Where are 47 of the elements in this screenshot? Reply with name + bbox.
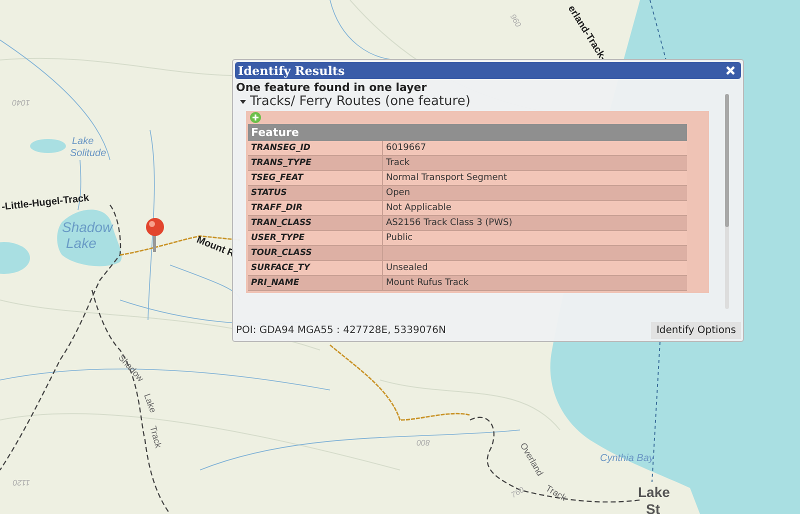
- close-button[interactable]: [726, 66, 735, 75]
- lake-label: Lake: [66, 235, 96, 251]
- place-label: Solitude: [70, 148, 106, 159]
- field-name-cell: STATUS: [248, 186, 382, 200]
- place-label: Cynthia Bay: [600, 453, 654, 464]
- field-value-cell: Unsealed: [382, 260, 687, 276]
- field-value-cell: 6019667: [382, 141, 687, 156]
- field-name-cell: TRAFF_DIR: [248, 200, 382, 216]
- town-label: St: [646, 501, 660, 514]
- scrollbar-thumb[interactable]: [725, 94, 729, 228]
- track-label: Lake: [142, 392, 158, 414]
- scrollbar[interactable]: [725, 94, 729, 309]
- add-icon[interactable]: [250, 112, 261, 123]
- contour-label: 760: [510, 485, 526, 500]
- field-name-cell: TRANS_TYPE: [248, 156, 382, 170]
- dialog-title: Identify Results: [238, 64, 345, 78]
- field-value-cell: Open: [382, 186, 687, 200]
- field-name-cell: TRAN_CLASS: [248, 216, 382, 230]
- results-summary: One feature found in one layer: [235, 80, 428, 94]
- field-value-cell: Normal Transport Segment: [382, 170, 687, 186]
- field-name-cell: PRI_NAME: [248, 276, 382, 290]
- field-name-cell: TSEG_FEAT: [248, 170, 382, 186]
- place-label: Lake: [72, 136, 94, 147]
- field-name-cell: TRANSEG_ID: [248, 141, 382, 156]
- field-value-cell: AS2156 Track Class 3 (PWS): [382, 216, 687, 230]
- layer-toggle[interactable]: Tracks/ Ferry Routes (one feature): [235, 94, 721, 109]
- contour-label: 800: [416, 438, 430, 447]
- field-value-cell: Not Applicable: [382, 200, 687, 216]
- caret-icon: [239, 98, 247, 106]
- field-value-cell: Public: [382, 230, 687, 246]
- table-header: Feature: [248, 124, 687, 141]
- poi-coordinates: POI: GDA94 MGA55 : 427728E, 5339076N: [236, 325, 446, 336]
- field-value-cell: Track: [382, 156, 687, 170]
- close-icon: [726, 66, 735, 75]
- map-pin-icon[interactable]: [146, 218, 164, 252]
- lake-label: Shadow: [62, 219, 113, 235]
- field-value-cell: Mount Rufus Track: [382, 276, 687, 290]
- track-label: -Little-Hugel-Track: [1, 192, 90, 213]
- contour-label: 1120: [12, 478, 30, 487]
- identify-options-button[interactable]: Identify Options: [651, 322, 741, 339]
- track-label: Track: [148, 424, 164, 449]
- field-name-cell: SURFACE_TY: [248, 260, 382, 276]
- contour-label: 960: [508, 12, 523, 29]
- contour-label: 1040: [12, 98, 30, 107]
- field-name-cell: TOUR_CLASS: [248, 246, 382, 260]
- town-label: Lake: [638, 484, 670, 500]
- field-name-cell: USER_TYPE: [248, 230, 382, 246]
